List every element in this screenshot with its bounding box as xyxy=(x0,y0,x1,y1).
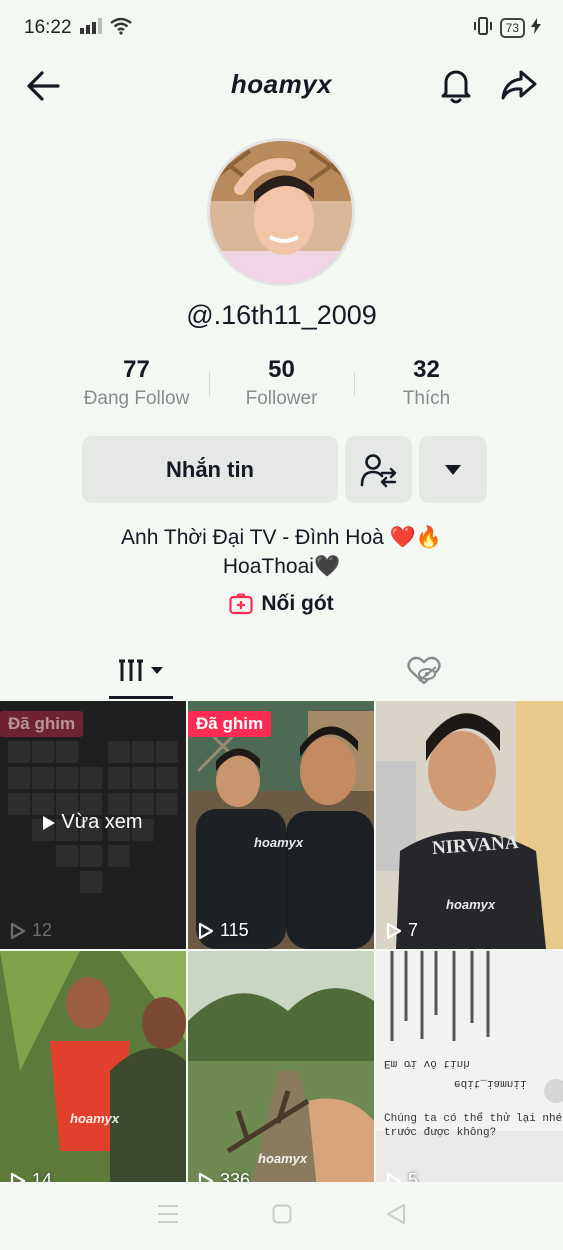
link-label: Nối gót xyxy=(261,592,334,615)
friend-toggle-button[interactable] xyxy=(345,436,412,503)
video-tile[interactable]: hoamyx 336 xyxy=(188,951,374,1199)
back-nav-icon[interactable] xyxy=(386,1203,406,1230)
home-icon[interactable] xyxy=(272,1204,292,1229)
watermark: hoamyx xyxy=(258,1151,308,1166)
notification-button[interactable] xyxy=(436,64,476,106)
signal-icon xyxy=(79,17,102,39)
caret-down-icon xyxy=(151,667,163,674)
bell-icon xyxy=(441,70,471,104)
caption-text: edit_iamnii xyxy=(454,1077,527,1089)
stat-following[interactable]: 77 Đang Follow xyxy=(64,354,209,420)
video-tile[interactable]: hoamyx 14 xyxy=(0,951,186,1199)
play-outline-icon xyxy=(198,922,214,939)
linked-account[interactable]: Nối gót xyxy=(0,592,563,616)
tab-liked-videos[interactable] xyxy=(403,652,445,690)
recently-watched-label: Vừa xem xyxy=(0,811,186,834)
watermark: hoamyx xyxy=(70,1111,120,1126)
video-tile[interactable]: Đã ghim hoamyx 115 xyxy=(188,701,374,949)
caret-down-icon xyxy=(445,464,461,475)
tab-videos[interactable] xyxy=(109,652,173,690)
stat-label: Thích xyxy=(402,388,451,409)
play-outline-icon xyxy=(10,922,26,939)
stat-likes[interactable]: 32 Thích xyxy=(354,354,499,420)
grid-icon xyxy=(119,659,143,681)
pinned-badge: Đã ghim xyxy=(188,711,272,737)
caption-text: trước được không? xyxy=(384,1127,497,1139)
vibrate-icon xyxy=(472,16,494,40)
user-swap-icon xyxy=(360,453,396,487)
menu-icon[interactable] xyxy=(157,1204,179,1229)
view-count: 12 xyxy=(10,920,52,941)
bio-line: Anh Thời Đại TV - Đình Hoà ❤️🔥 xyxy=(121,526,442,549)
video-tile[interactable]: NIRVANA hoamyx 7 xyxy=(376,701,563,949)
stat-value: 32 xyxy=(413,356,440,383)
play-icon xyxy=(43,815,56,830)
stat-value: 50 xyxy=(268,356,295,383)
view-count-value: 12 xyxy=(32,920,53,940)
watermark: hoamyx xyxy=(446,897,496,912)
video-grid: Đã ghim Vừa xem 12 Đã ghim hoamyx 115 NI… xyxy=(0,701,563,1199)
profile-header: hoamyx xyxy=(0,56,563,114)
battery-indicator: 73 xyxy=(499,18,525,38)
status-bar: 16:22 73 xyxy=(0,0,563,56)
stat-followers[interactable]: 50 Follower xyxy=(209,354,354,420)
caption-text: Chúng ta có thể thử lại nhé xyxy=(384,1113,563,1125)
watermark: hoamyx xyxy=(254,835,304,850)
active-tab-indicator xyxy=(109,696,173,699)
profile-stats: 77 Đang Follow 50 Follower 32 Thích xyxy=(64,354,499,420)
view-count-value: 7 xyxy=(408,920,419,940)
system-nav-bar xyxy=(0,1182,563,1250)
page-title: hoamyx xyxy=(230,69,333,99)
video-tile[interactable]: Đã ghim Vừa xem 12 xyxy=(0,701,186,949)
view-count-value: 115 xyxy=(220,920,249,940)
video-tile[interactable]: Em ơi vô tình edit_iamnii Chúng ta có th… xyxy=(376,951,563,1199)
view-count: 115 xyxy=(198,920,249,941)
profile-bio: Anh Thời Đại TV - Đình Hoà ❤️🔥 HoaThoai🖤 xyxy=(0,523,563,581)
avatar[interactable] xyxy=(207,138,355,286)
play-outline-icon xyxy=(386,922,402,939)
stat-label: Follower xyxy=(245,388,318,409)
add-video-icon xyxy=(229,593,253,615)
watched-text: Vừa xem xyxy=(61,811,143,833)
content-tabs xyxy=(0,640,563,700)
pinned-badge: Đã ghim xyxy=(0,711,84,737)
stat-label: Đang Follow xyxy=(83,388,190,409)
share-icon xyxy=(501,70,537,100)
profile-handle: @.16th11_2009 xyxy=(186,300,377,330)
caption-text: Em ơi vô tình xyxy=(384,1057,470,1069)
bio-line: HoaThoai🖤 xyxy=(222,555,341,578)
status-time: 16:22 xyxy=(24,17,72,38)
share-button[interactable] xyxy=(498,64,540,106)
wifi-icon xyxy=(109,17,132,40)
more-options-button[interactable] xyxy=(419,436,487,503)
charging-icon xyxy=(531,17,541,39)
message-button[interactable]: Nhắn tin xyxy=(82,436,338,503)
hidden-heart-icon xyxy=(407,656,441,685)
stat-value: 77 xyxy=(123,356,150,383)
view-count: 7 xyxy=(386,920,418,941)
